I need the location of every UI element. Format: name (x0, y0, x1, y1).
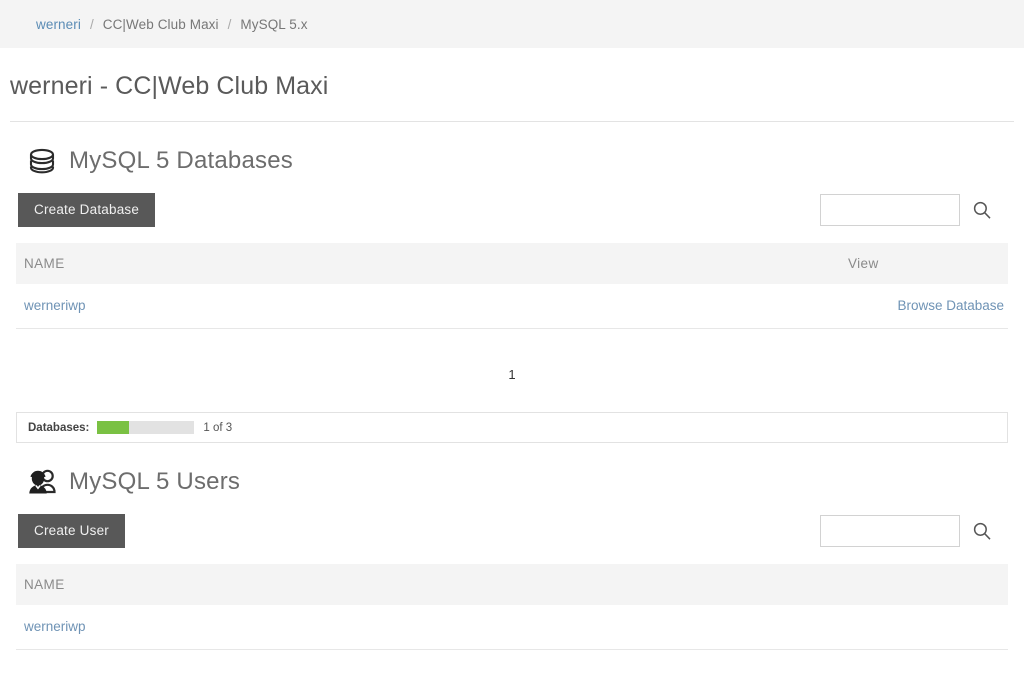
users-section: MySQL 5 Users Create User NAME werneriwp (0, 443, 1024, 650)
databases-search-input[interactable] (820, 194, 960, 226)
quota-progress-track (97, 421, 195, 434)
pagination-page-1[interactable]: 1 (508, 367, 515, 382)
search-icon[interactable] (972, 200, 992, 220)
databases-toolbar: Create Database (16, 178, 1008, 227)
breadcrumb-item-package[interactable]: CC|Web Club Maxi (103, 17, 219, 32)
breadcrumb: werneri / CC|Web Club Maxi / MySQL 5.x (0, 0, 1024, 48)
user-name-cell: werneriwp (16, 605, 1008, 650)
database-view-cell: Browse Database (848, 284, 1008, 329)
quota-progress-fill (97, 421, 130, 434)
database-name-link[interactable]: werneriwp (24, 298, 86, 313)
search-icon[interactable] (972, 521, 992, 541)
quota-count-text: 1 of 3 (203, 421, 233, 434)
users-search (820, 515, 1008, 547)
user-name-link[interactable]: werneriwp (24, 619, 86, 634)
table-row: werneriwp Browse Database (16, 284, 1008, 329)
breadcrumb-item-account[interactable]: werneri (36, 17, 81, 32)
database-icon (29, 148, 55, 174)
create-database-button[interactable]: Create Database (18, 193, 156, 227)
breadcrumb-separator: / (227, 16, 232, 32)
users-table: NAME werneriwp (16, 564, 1008, 650)
table-row: werneriwp (16, 605, 1008, 650)
databases-section-title: MySQL 5 Databases (69, 147, 293, 174)
databases-column-name: NAME (16, 243, 848, 284)
browse-database-link[interactable]: Browse Database (897, 298, 1004, 313)
create-user-button[interactable]: Create User (18, 514, 125, 548)
users-search-input[interactable] (820, 515, 960, 547)
users-section-header: MySQL 5 Users (16, 443, 1008, 499)
users-section-title: MySQL 5 Users (69, 468, 241, 495)
databases-table: NAME View werneriwp Browse Database (16, 243, 1008, 329)
databases-pagination: 1 (16, 329, 1008, 382)
databases-quota: Databases: 1 of 3 (16, 412, 1008, 443)
page-title: werneri - CC|Web Club Maxi (10, 72, 329, 100)
databases-section-header: MySQL 5 Databases (16, 122, 1008, 178)
users-table-header-row: NAME (16, 564, 1008, 605)
quota-label: Databases: (28, 421, 90, 434)
database-name-cell: werneriwp (16, 284, 848, 329)
breadcrumb-item-current: MySQL 5.x (240, 16, 308, 32)
databases-table-header-row: NAME View (16, 243, 1008, 284)
databases-section: MySQL 5 Databases Create Database NAME V… (0, 122, 1024, 443)
breadcrumb-separator: / (89, 16, 94, 32)
users-toolbar: Create User (16, 499, 1008, 548)
databases-search (820, 194, 1008, 226)
databases-column-view: View (848, 243, 1008, 284)
users-icon (29, 469, 56, 494)
users-column-name: NAME (16, 564, 1008, 605)
